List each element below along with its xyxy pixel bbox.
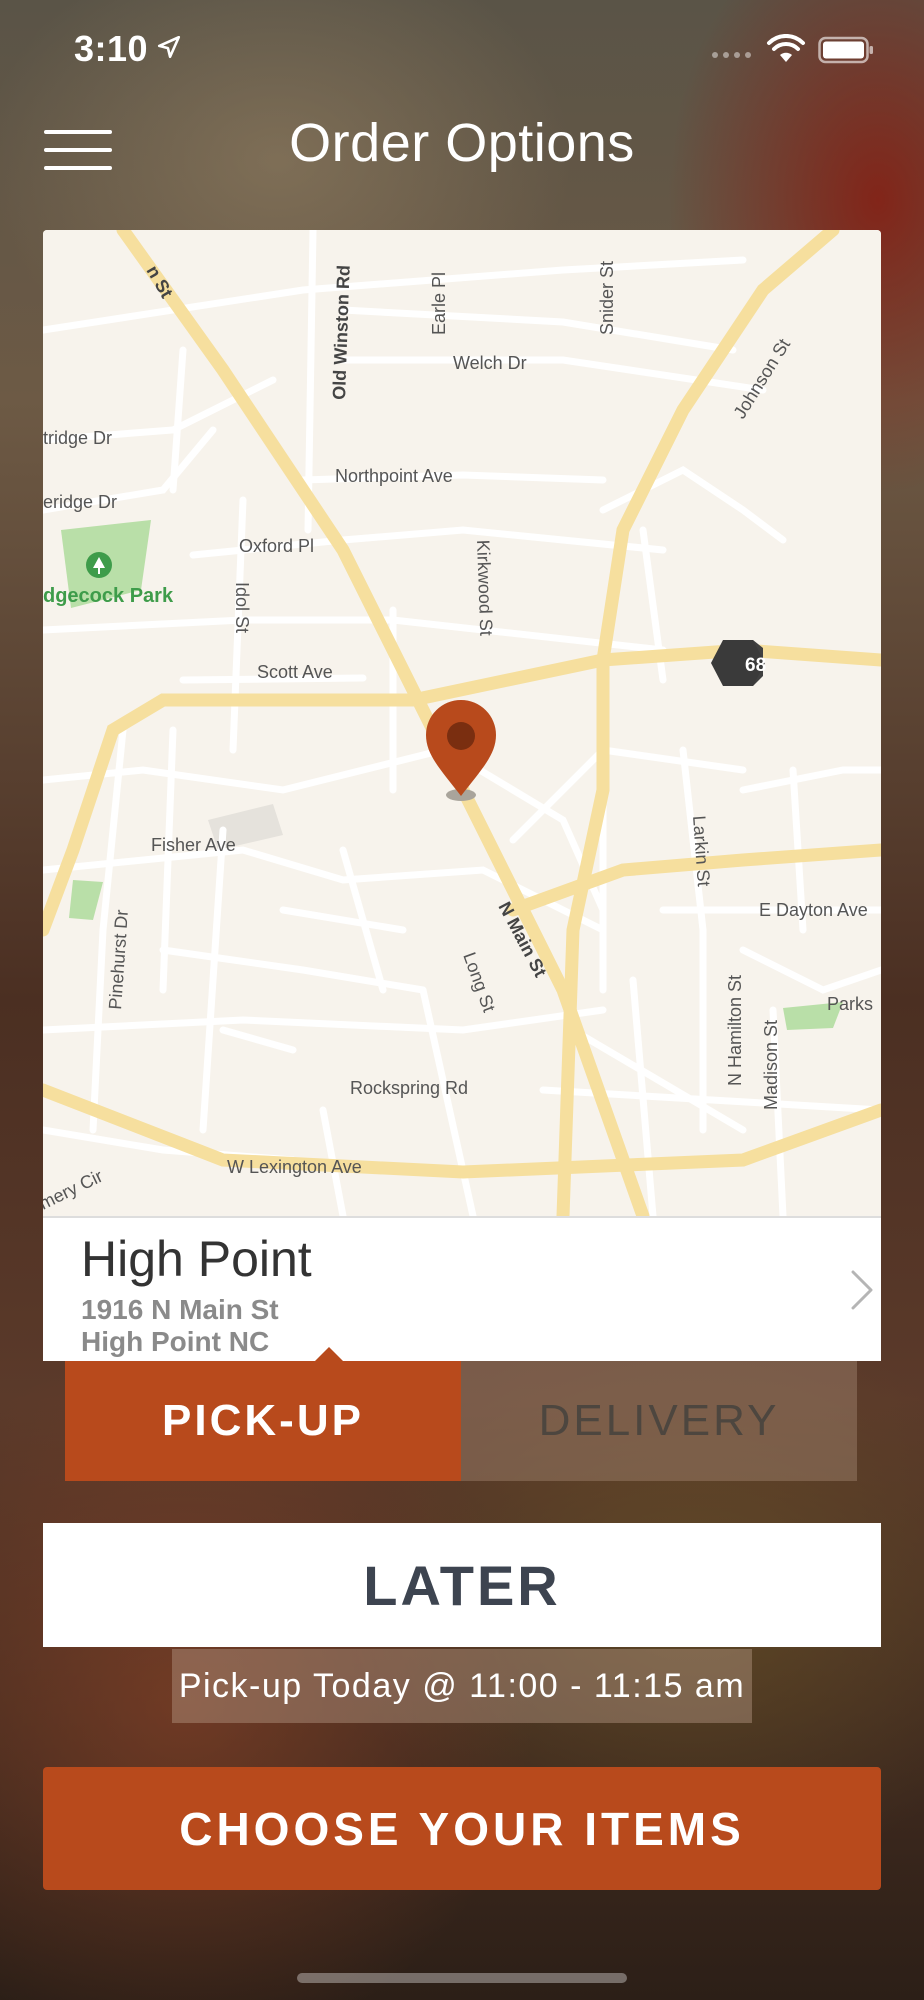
svg-text:E Dayton Ave: E Dayton Ave — [759, 900, 868, 920]
store-address-city: High Point NC — [81, 1326, 270, 1357]
chevron-right-icon — [851, 1270, 873, 1310]
order-mode-tabs: PICK-UP DELIVERY — [65, 1347, 857, 1481]
svg-text:Snider St: Snider St — [597, 261, 617, 335]
later-button-label: LATER — [363, 1553, 561, 1617]
tab-pickup-label: PICK-UP — [162, 1396, 364, 1445]
pickup-time-label: Pick-up Today @ 11:00 - 11:15 am — [178, 1666, 746, 1705]
tab-delivery-label: DELIVERY — [538, 1396, 780, 1445]
svg-text:Idol St: Idol St — [232, 582, 252, 633]
svg-text:Parks: Parks — [827, 994, 873, 1014]
store-map[interactable]: n St Old Winston Rd Earle Pl Snider St W… — [43, 230, 881, 1216]
tab-pickup[interactable]: PICK-UP — [65, 1347, 461, 1481]
battery-icon — [818, 36, 873, 64]
svg-text:N Hamilton St: N Hamilton St — [725, 975, 745, 1086]
choose-items-button[interactable]: CHOOSE YOUR ITEMS — [43, 1767, 881, 1890]
svg-text:eridge Dr: eridge Dr — [43, 492, 117, 512]
svg-text:Northpoint Ave: Northpoint Ave — [335, 466, 453, 486]
wifi-icon — [767, 34, 805, 62]
svg-text:Rockspring Rd: Rockspring Rd — [350, 1078, 468, 1098]
header: Order Options — [0, 100, 924, 190]
map-canvas[interactable]: n St Old Winston Rd Earle Pl Snider St W… — [43, 230, 881, 1216]
status-bar: 3:10 — [0, 0, 924, 100]
home-indicator[interactable] — [297, 1973, 627, 1983]
store-location-selector[interactable]: High Point 1916 N Main St High Point NC — [43, 1216, 881, 1361]
page-title: Order Options — [289, 113, 635, 173]
pickup-time-selector[interactable]: Pick-up Today @ 11:00 - 11:15 am — [172, 1649, 752, 1723]
svg-text:W Lexington Ave: W Lexington Ave — [227, 1157, 362, 1177]
svg-text:68: 68 — [745, 655, 766, 676]
svg-text:Scott Ave: Scott Ave — [257, 662, 333, 682]
cellular-signal-icon — [712, 52, 751, 58]
svg-text:Kirkwood St: Kirkwood St — [473, 539, 496, 636]
tab-pointer — [315, 1347, 343, 1361]
svg-text:Madison St: Madison St — [761, 1020, 781, 1110]
svg-text:Earle Pl: Earle Pl — [429, 272, 449, 335]
store-name: High Point — [81, 1231, 312, 1287]
svg-text:Fisher Ave: Fisher Ave — [151, 835, 236, 855]
svg-text:tridge Dr: tridge Dr — [43, 428, 112, 448]
later-button[interactable]: LATER — [43, 1523, 881, 1647]
clock: 3:10 — [74, 28, 149, 69]
svg-text:Welch Dr: Welch Dr — [453, 353, 527, 373]
location-arrow-icon — [157, 35, 181, 59]
store-address-street: 1916 N Main St — [81, 1294, 279, 1325]
svg-text:dgecock Park: dgecock Park — [43, 585, 174, 607]
svg-text:Oxford Pl: Oxford Pl — [239, 536, 314, 556]
choose-items-label: CHOOSE YOUR ITEMS — [179, 1802, 745, 1855]
tab-delivery[interactable]: DELIVERY — [461, 1361, 857, 1481]
